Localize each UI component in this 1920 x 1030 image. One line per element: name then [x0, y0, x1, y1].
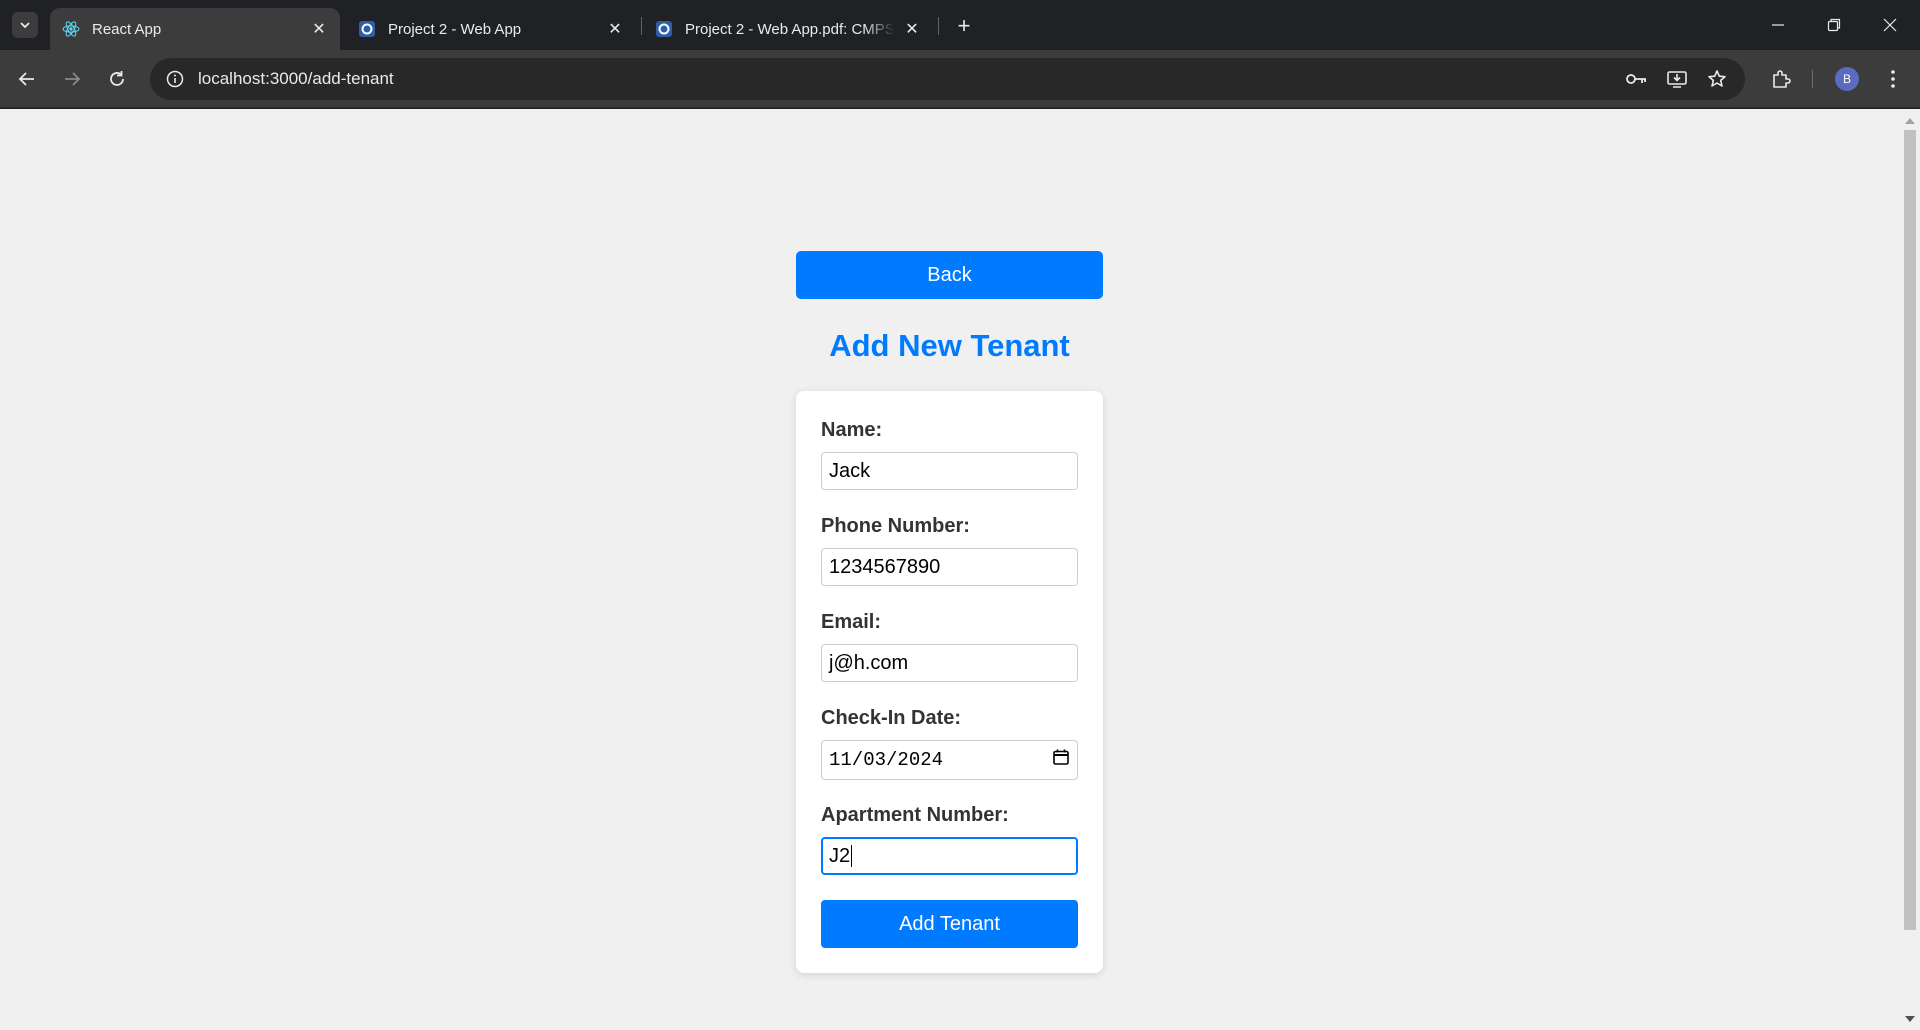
tab-title: Project 2 - Web App.pdf: CMPSC — [685, 20, 895, 38]
arrow-right-icon — [65, 72, 81, 86]
scroll-up-arrow-icon[interactable] — [1905, 115, 1915, 125]
calendar-icon[interactable] — [1052, 748, 1070, 772]
close-tab-icon[interactable]: ✕ — [606, 20, 624, 38]
canvas-logo-icon — [655, 20, 673, 38]
checkin-date-label: Check-In Date: — [821, 707, 962, 729]
apartment-number-input[interactable]: J2 — [821, 837, 1078, 875]
tab-react-app[interactable]: React App ✕ — [50, 8, 340, 50]
new-tab-button[interactable]: + — [950, 12, 978, 40]
name-value: Jack — [829, 459, 871, 482]
page-viewport: Back Add New Tenant Name: Jack Phone Num… — [0, 109, 1900, 1030]
phone-label: Phone Number: — [821, 515, 970, 537]
tab-title: Project 2 - Web App — [388, 20, 522, 38]
name-label: Name: — [821, 419, 883, 441]
browser-menu-button[interactable] — [1876, 62, 1910, 96]
extensions-button[interactable] — [1764, 62, 1798, 96]
tab-separator — [641, 17, 642, 35]
minimize-icon — [1772, 24, 1784, 26]
back-nav-button[interactable] — [10, 62, 44, 96]
plus-icon: + — [957, 13, 971, 38]
tab-bar: React App ✕ Project 2 - Web App ✕ Projec… — [0, 0, 1920, 50]
page-title: Add New Tenant — [829, 328, 1070, 363]
checkin-date-input[interactable]: 11/03/2024 — [821, 740, 1078, 780]
tab-title: React App — [92, 20, 162, 38]
profile-button[interactable]: B — [1830, 62, 1864, 96]
close-icon — [1883, 18, 1897, 32]
canvas-logo-icon — [358, 20, 376, 38]
chevron-down-icon — [20, 22, 30, 29]
tab-project-2-pdf[interactable]: Project 2 - Web App.pdf: CMPSC ✕ — [643, 8, 933, 50]
close-tab-icon[interactable]: ✕ — [310, 20, 328, 38]
phone-value: 1234567890 — [829, 555, 941, 578]
restore-button[interactable] — [1806, 0, 1862, 50]
install-app-icon[interactable] — [1660, 62, 1694, 96]
reload-icon — [110, 71, 124, 86]
arrow-left-icon — [18, 72, 34, 86]
kebab-menu-icon — [1891, 70, 1895, 88]
scrollbar-thumb[interactable] — [1904, 130, 1916, 930]
close-window-button[interactable] — [1862, 0, 1918, 50]
email-label: Email: — [821, 611, 882, 633]
forward-nav-button[interactable] — [55, 62, 89, 96]
restore-icon — [1827, 18, 1841, 32]
address-bar[interactable]: localhost:3000/add-tenant — [150, 58, 1745, 100]
name-input[interactable]: Jack — [821, 452, 1078, 490]
toolbar-divider — [1812, 70, 1813, 88]
close-tab-icon[interactable]: ✕ — [903, 20, 921, 38]
minimize-button[interactable] — [1750, 0, 1806, 50]
react-logo-icon — [62, 20, 80, 38]
back-button[interactable]: Back — [796, 251, 1103, 299]
email-value: j@h.com — [829, 651, 909, 674]
scroll-down-arrow-icon[interactable] — [1905, 1014, 1915, 1024]
tab-project-2-web-app[interactable]: Project 2 - Web App ✕ — [346, 8, 636, 50]
tab-search-button[interactable] — [12, 12, 38, 38]
add-tenant-button[interactable]: Add Tenant — [821, 900, 1078, 948]
browser-toolbar: localhost:3000/add-tenant B — [0, 50, 1920, 108]
tab-separator — [938, 17, 939, 35]
apartment-number-value: J2 — [829, 844, 851, 867]
url-text: localhost:3000/add-tenant — [198, 69, 394, 88]
phone-input[interactable]: 1234567890 — [821, 548, 1078, 586]
checkin-date-value: 11/03/2024 — [829, 749, 944, 771]
reload-button[interactable] — [100, 62, 134, 96]
apartment-number-label: Apartment Number: — [821, 804, 1009, 826]
email-input[interactable]: j@h.com — [821, 644, 1078, 682]
site-info-icon[interactable] — [154, 58, 196, 100]
bookmark-star-icon[interactable] — [1700, 62, 1734, 96]
scrollbar[interactable] — [1900, 109, 1920, 1030]
text-caret — [851, 845, 853, 867]
add-tenant-container: Back Add New Tenant Name: Jack Phone Num… — [796, 251, 1103, 973]
add-tenant-form: Name: Jack Phone Number: 1234567890 Emai… — [796, 391, 1103, 973]
password-key-icon[interactable] — [1620, 62, 1654, 96]
puzzle-piece-icon — [1773, 70, 1791, 88]
avatar: B — [1835, 67, 1859, 91]
